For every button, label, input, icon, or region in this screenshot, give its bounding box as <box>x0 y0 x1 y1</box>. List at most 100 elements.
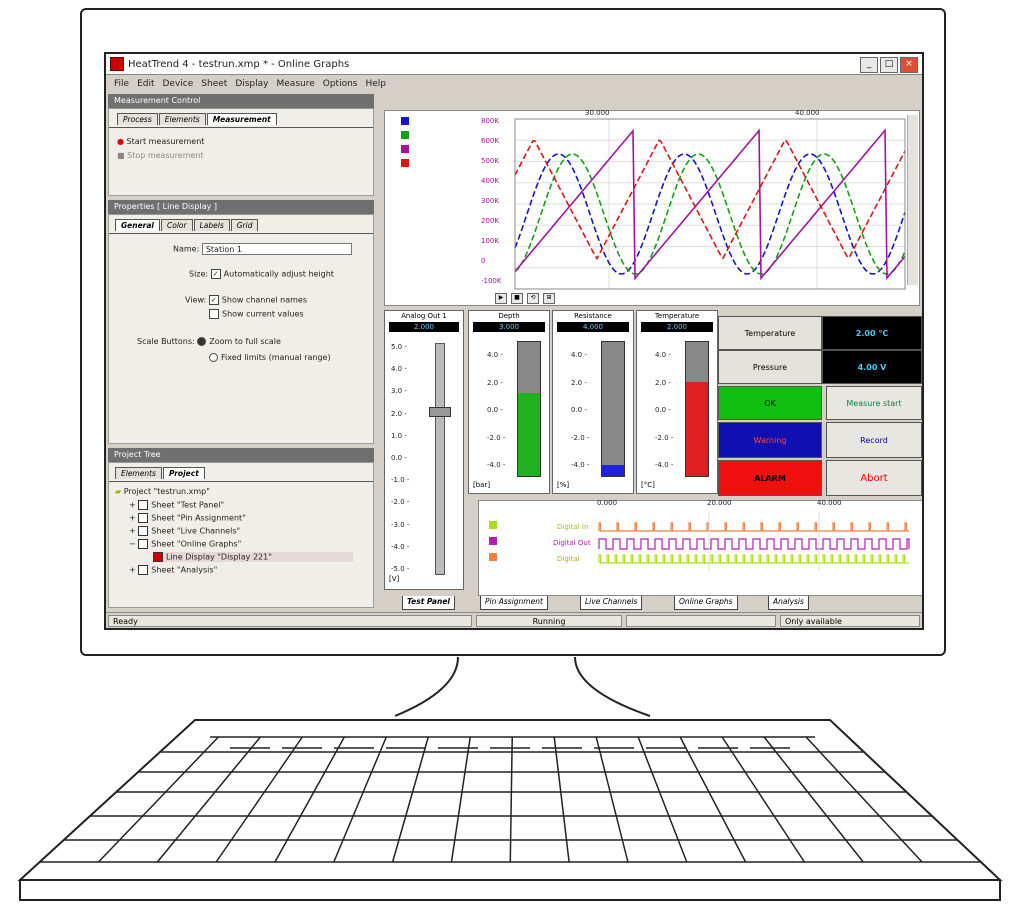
close-button[interactable]: × <box>900 57 918 73</box>
alarm-indicator: ALARM <box>718 460 822 496</box>
show-values-checkbox[interactable] <box>209 309 219 319</box>
record-button[interactable]: Record <box>826 422 922 458</box>
gauge-tick: 2.0 - <box>655 378 671 387</box>
sheet-tab-online-graphs[interactable]: Online Graphs <box>674 596 738 610</box>
tree-sheet-test[interactable]: + Sheet "Test Panel" <box>129 500 224 510</box>
tab-labels[interactable]: Labels <box>193 219 230 231</box>
depth-bar <box>517 341 541 477</box>
gauge-tick: 0.0 - <box>655 406 671 414</box>
resistance-bar <box>601 341 625 477</box>
dig-x-tick-40000: 40.000 <box>817 499 842 507</box>
zoom-full-radio[interactable] <box>197 337 207 346</box>
tree-sheet-online[interactable]: − Sheet "Online Graphs" <box>129 539 241 549</box>
digital-graph[interactable]: 0.000 20.000 40.000 Digital In Digital O… <box>478 499 922 596</box>
menu-device[interactable]: Device <box>163 79 194 89</box>
gauge-value: 2.000 <box>389 322 459 332</box>
warning-indicator: Warning <box>718 422 822 458</box>
legend-digital <box>489 553 497 561</box>
temperature-label: Temperature <box>718 316 822 350</box>
stop-measurement-item[interactable]: ■ Stop measurement <box>117 151 204 160</box>
y-tick: 0 <box>481 257 486 265</box>
channel-digital-in: Digital In <box>557 523 589 531</box>
tab-color[interactable]: Color <box>161 219 193 231</box>
graph-scrollbar[interactable] <box>907 115 918 285</box>
tree-line-display[interactable]: Line Display "Display 221" <box>153 552 353 562</box>
menu-display[interactable]: Display <box>235 79 268 89</box>
sheet-tab-analysis[interactable]: Analysis <box>768 596 809 610</box>
menu-file[interactable]: File <box>114 79 129 89</box>
sheet-tabs: Test Panel Pin Assignment Live Channels … <box>384 596 922 610</box>
abort-button[interactable]: Abort <box>826 460 922 496</box>
fixed-limits-radio[interactable] <box>209 353 218 362</box>
tab-elements[interactable]: Elements <box>158 113 206 125</box>
menu-edit[interactable]: Edit <box>137 79 154 89</box>
measurement-panel: Process Elements Measurement ● Start mea… <box>108 108 374 196</box>
tab-project[interactable]: Project <box>162 467 205 479</box>
menu-help[interactable]: Help <box>365 79 386 89</box>
tab-process[interactable]: Process <box>117 113 158 125</box>
maximize-button[interactable]: □ <box>880 57 898 73</box>
gauge-temperature: Temperature 2.000 4.0 - 2.0 - 0.0 - -2.0 - -… <box>636 310 718 494</box>
menu-options[interactable]: Options <box>323 79 358 89</box>
gauge-tick: 4.0 - <box>655 351 671 359</box>
measurement-panel-header[interactable]: Measurement Control <box>108 94 374 108</box>
gauge-tick: 4.0 - <box>571 351 587 359</box>
sheet-tab-live-channels[interactable]: Live Channels <box>580 596 643 610</box>
tab-measurement[interactable]: Measurement <box>206 113 277 125</box>
tree-project[interactable]: ▰ Project "testrun.xmp" <box>115 487 210 496</box>
gauge-tick: -2.0 - <box>571 433 590 442</box>
bar-fill <box>686 382 708 476</box>
measure-start-button[interactable]: Measure start <box>826 386 922 420</box>
tab-elements-2[interactable]: Elements <box>115 467 162 479</box>
gauge-unit: [bar] <box>473 481 491 489</box>
menu-bar: File Edit Device Sheet Display Measure O… <box>106 76 922 92</box>
dig-x-tick-0: 0.000 <box>597 499 618 507</box>
graph-stop-button[interactable]: ■ <box>511 293 523 304</box>
legend-digital-in <box>489 521 497 529</box>
gauge-tick: 0.0 - <box>487 406 503 414</box>
slider-track[interactable] <box>435 343 445 575</box>
sheet-tab-pin-assignment[interactable]: Pin Assignment <box>480 596 548 610</box>
show-names-checkbox[interactable]: ✓ <box>208 295 219 305</box>
bar-fill <box>602 465 624 476</box>
tab-grid[interactable]: Grid <box>230 219 259 231</box>
graph-play-button[interactable]: ▶ <box>495 293 507 304</box>
graph-reset-button[interactable]: ⟲ <box>527 293 539 304</box>
y-tick: 300K <box>481 197 499 205</box>
menu-sheet[interactable]: Sheet <box>201 79 227 89</box>
sheet-icon <box>138 500 149 510</box>
line-graph[interactable]: 30.000 40.000 800K 600K 500K 400K 300K 200K 10… <box>384 109 920 306</box>
y-tick: 600K <box>481 137 499 145</box>
name-field[interactable]: Station 1 <box>201 243 352 255</box>
status-empty <box>626 615 776 627</box>
screen: HeatTrend 4 - testrun.xmp * - Online Gra… <box>104 52 924 630</box>
gauge-tick: -2.0 - <box>487 433 506 442</box>
gauge-title: Temperature <box>654 312 700 320</box>
properties-panel-header[interactable]: Properties [ Line Display ] <box>108 200 374 214</box>
tab-general[interactable]: General <box>115 219 160 231</box>
auto-height-checkbox[interactable]: ✓ <box>210 269 221 279</box>
tree-sheet-pins[interactable]: + Sheet "Pin Assignment" <box>129 513 246 523</box>
gauge-title: Depth <box>498 312 520 320</box>
gauge-tick: 0.0 - <box>571 406 587 414</box>
gauge-unit: [%] <box>557 481 570 489</box>
view-label: View: <box>185 295 207 305</box>
channel-digital: Digital <box>557 555 580 563</box>
tree-sheet-live[interactable]: + Sheet "Live Channels" <box>129 526 240 536</box>
gauge-tick: 4.0 - <box>487 351 503 359</box>
menu-measure[interactable]: Measure <box>277 79 315 89</box>
project-panel-header[interactable]: Project Tree <box>108 448 374 462</box>
minimize-button[interactable]: _ <box>860 57 878 73</box>
tree-sheet-analysis[interactable]: + Sheet "Analysis" <box>129 565 217 575</box>
scale-label: Scale Buttons: <box>137 337 195 346</box>
gauge-tick: -2.0 - <box>391 498 410 507</box>
gauge-tick: 2.0 - <box>571 378 587 387</box>
start-measurement-item[interactable]: ● Start measurement <box>117 137 204 146</box>
slider-handle[interactable] <box>429 407 451 417</box>
auto-height-label: Automatically adjust height <box>223 269 334 279</box>
temperature-display: 2.00 °C <box>822 316 922 350</box>
status-available: Only available <box>780 615 920 627</box>
sheet-tab-test-panel[interactable]: Test Panel <box>402 596 455 610</box>
graph-grid-button[interactable]: ⊞ <box>543 293 555 304</box>
fixed-limits-label: Fixed limits (manual range) <box>221 353 331 362</box>
